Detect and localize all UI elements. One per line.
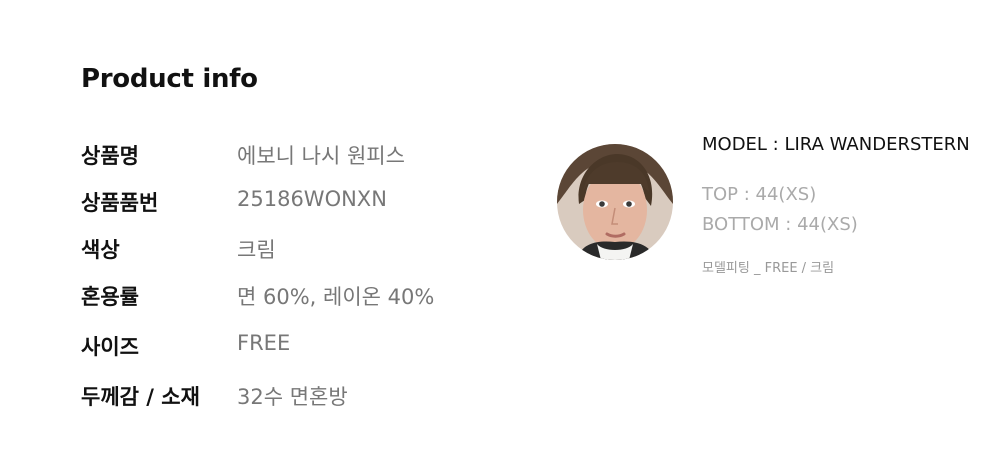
product-info-section: Product info 상품명 에보니 나시 원피스 상품품번 25186WO… bbox=[0, 0, 1000, 468]
detail-label: 상품품번 bbox=[81, 191, 159, 215]
model-avatar bbox=[557, 144, 673, 260]
detail-label: 두께감 / 소재 bbox=[81, 385, 200, 409]
section-title: Product info bbox=[81, 64, 258, 94]
detail-label: 혼용률 bbox=[81, 285, 139, 309]
detail-value: 크림 bbox=[237, 238, 276, 262]
detail-value: 32수 면혼방 bbox=[237, 385, 348, 409]
detail-value: 25186WONXN bbox=[237, 187, 387, 211]
detail-value: 면 60%, 레이온 40% bbox=[237, 285, 435, 309]
detail-label: 색상 bbox=[81, 238, 120, 262]
detail-value: FREE bbox=[237, 331, 291, 355]
model-bottom-size: BOTTOM : 44(XS) bbox=[702, 214, 858, 235]
model-top-size: TOP : 44(XS) bbox=[702, 184, 817, 205]
model-fitting-info: 모델피팅 _ FREE / 크림 bbox=[702, 261, 835, 276]
model-portrait-image bbox=[557, 144, 673, 260]
detail-label: 사이즈 bbox=[81, 335, 139, 359]
detail-value: 에보니 나시 원피스 bbox=[237, 144, 405, 168]
model-name: MODEL : LIRA WANDERSTERN bbox=[702, 134, 970, 155]
detail-label: 상품명 bbox=[81, 144, 139, 168]
